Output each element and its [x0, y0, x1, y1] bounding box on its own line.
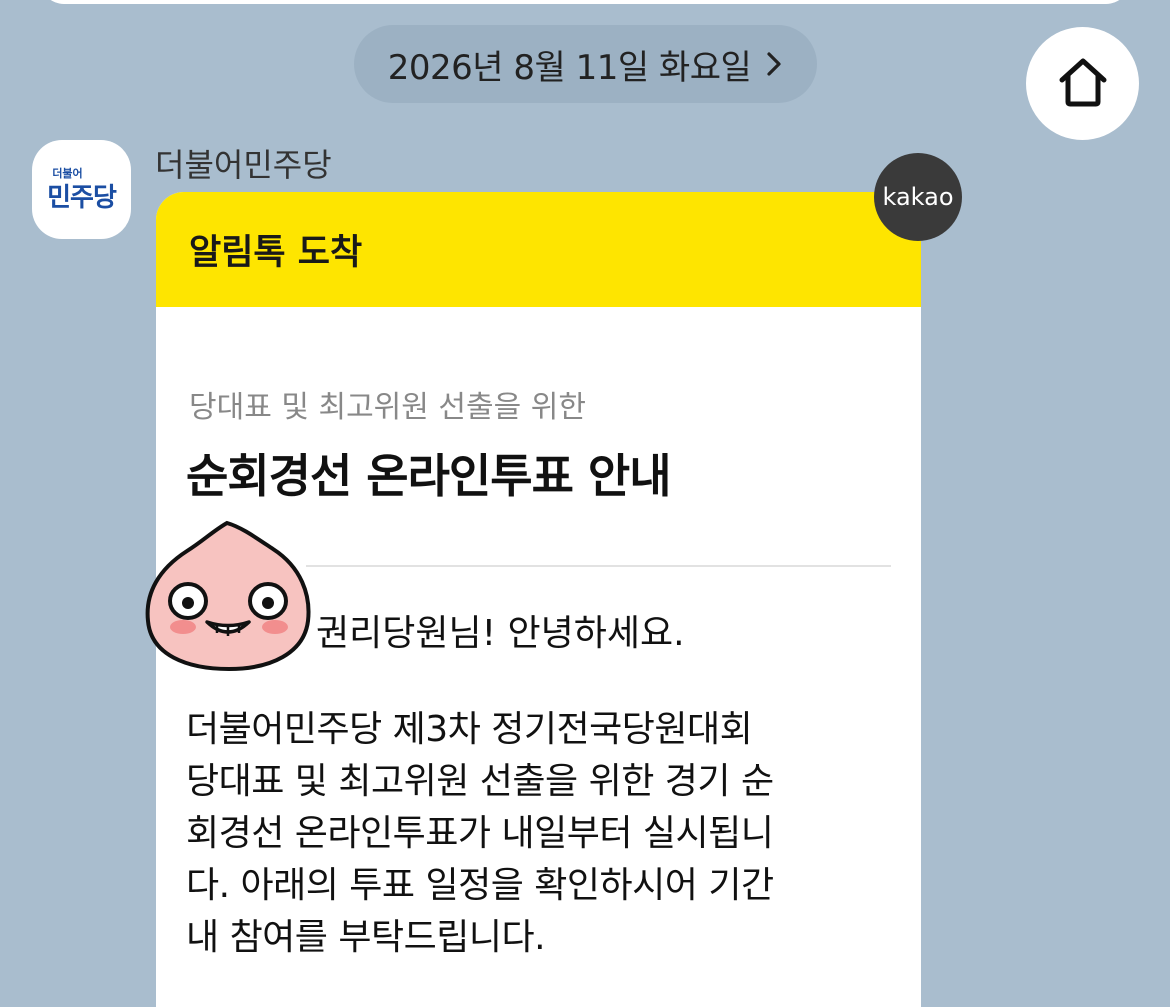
home-icon — [1053, 52, 1113, 116]
sender-avatar[interactable]: 더불어 민주당 — [32, 140, 131, 239]
home-button[interactable] — [1026, 27, 1139, 140]
kakao-badge-label: kakao — [882, 183, 954, 211]
card-header-title: 알림톡 도착 — [189, 233, 363, 273]
date-divider[interactable]: 2026년 8월 11일 화요일 — [354, 25, 817, 103]
message-body: 더불어민주당 제3차 정기전국당원대회 당대표 및 최고위원 선출을 위한 경기… — [186, 709, 774, 958]
message-subtitle: 당대표 및 최고위원 선출을 위한 — [189, 390, 586, 425]
divider — [306, 565, 891, 567]
chat-screen: 2026년 8월 11일 화요일 더불어 민주당 더불어민주당 알림톡 도착 당… — [0, 0, 1170, 1007]
card-header: 알림톡 도착 — [156, 192, 921, 307]
peach-sticker-icon — [143, 517, 313, 673]
sender-name: 더불어민주당 — [155, 146, 332, 184]
previous-message-edge — [40, 0, 1130, 4]
chevron-right-icon — [765, 51, 783, 77]
avatar-logo-text: 민주당 — [47, 183, 117, 213]
date-label: 2026년 8월 11일 화요일 — [387, 47, 752, 88]
kakao-badge: kakao — [874, 153, 962, 241]
message-title: 순회경선 온라인투표 안내 — [186, 449, 672, 503]
greeting-text: 권리당원님! 안녕하세요. — [316, 613, 685, 654]
